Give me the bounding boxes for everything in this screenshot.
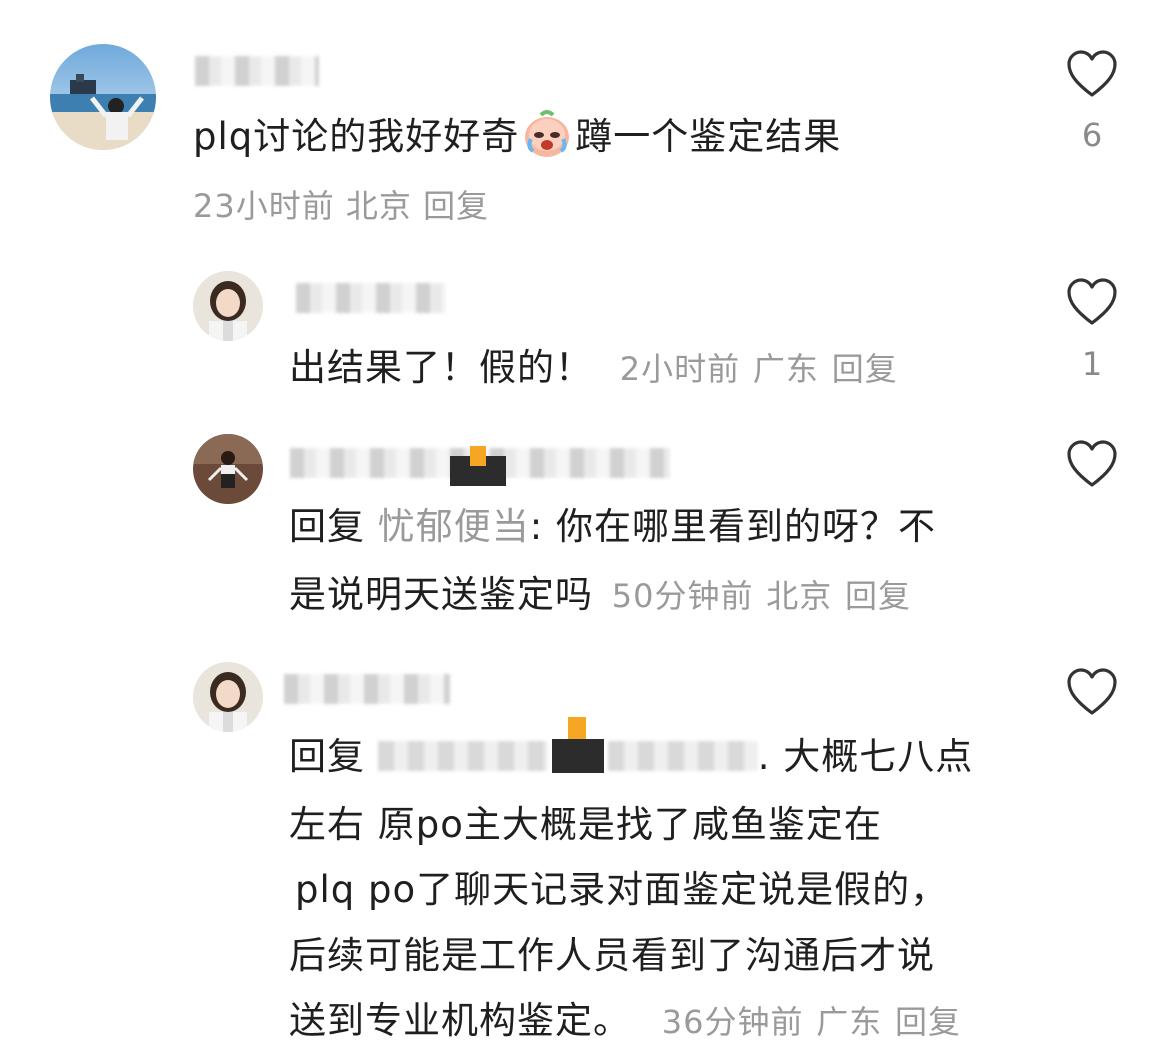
- reply-text-line1: 回复 . 大概七八点: [289, 717, 974, 778]
- reply-text-line3: plq po了聊天记录对面鉴定说是假的，: [295, 868, 949, 911]
- avatar[interactable]: [193, 662, 263, 732]
- mention-blurred[interactable]: [607, 741, 758, 771]
- mention-blurred[interactable]: [377, 741, 548, 771]
- reply-button[interactable]: 回复: [832, 350, 898, 388]
- reply-text-line2: 是说明天送鉴定吗 50分钟前 北京 回复: [289, 573, 912, 616]
- heart-icon[interactable]: [1066, 440, 1118, 488]
- reply-text-line1: 回复 忧郁便当: 你在哪里看到的呀？不: [289, 505, 936, 548]
- reply-text-line5: 送到专业机构鉴定。 36分钟前 广东 回复: [289, 999, 962, 1042]
- username-blurred[interactable]: [284, 674, 450, 704]
- avatar[interactable]: [193, 271, 263, 341]
- heart-icon[interactable]: [1066, 50, 1118, 98]
- reply-location: 广东: [816, 1003, 883, 1041]
- comment-text: plq讨论的我好好奇 蹲一个鉴定结果: [193, 104, 841, 170]
- reply-time: 50分钟前: [611, 577, 754, 615]
- comment-meta: 23小时前 北京 回复: [193, 173, 489, 239]
- like-count: 6: [1081, 116, 1103, 154]
- reply-button[interactable]: 回复: [845, 577, 911, 615]
- reply-time: 2小时前: [619, 350, 741, 388]
- heart-icon[interactable]: [1066, 668, 1118, 716]
- reply-time: 36分钟前: [661, 1003, 804, 1041]
- comment-thread: plq讨论的我好好奇 蹲一个鉴定结果 23小时前 北京 回复 6 出结果了！假的！…: [0, 0, 1170, 1061]
- crying-face-emoji-icon: [521, 109, 573, 159]
- reply-button[interactable]: 回复: [895, 1003, 961, 1041]
- like-count: 1: [1081, 345, 1103, 383]
- reply-text-line2: 左右 原po主大概是找了咸鱼鉴定在: [289, 803, 882, 846]
- avatar[interactable]: [50, 44, 156, 150]
- reply-text-line4: 后续可能是工作人员看到了沟通后才说: [289, 934, 935, 977]
- redaction-mark: [551, 717, 604, 773]
- reply-text: 出结果了！假的！ 2小时前 广东 回复: [289, 346, 898, 389]
- reply-button[interactable]: 回复: [423, 187, 489, 225]
- username-blurred[interactable]: [296, 283, 446, 313]
- redaction-mark: [470, 446, 486, 466]
- mention-link[interactable]: 忧郁便当: [378, 505, 530, 548]
- heart-icon[interactable]: [1066, 278, 1118, 326]
- reply-location: 北京: [766, 577, 833, 615]
- reply-location: 广东: [752, 350, 819, 388]
- username-blurred[interactable]: [195, 56, 319, 86]
- avatar[interactable]: [193, 434, 263, 504]
- comment-time: 23小时前: [193, 187, 335, 225]
- comment-location: 北京: [345, 187, 412, 225]
